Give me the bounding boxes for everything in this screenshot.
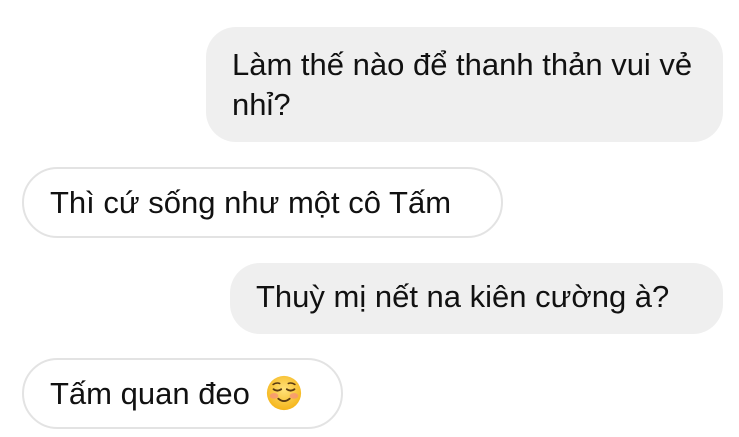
message-text: Làm thế nào để thanh thản vui vẻ nhỉ? bbox=[232, 47, 693, 122]
message-bubble-received[interactable]: Tấm quan đeo bbox=[22, 358, 343, 429]
message-text: Thuỳ mị nết na kiên cường à? bbox=[256, 279, 670, 314]
message-text: Tấm quan đeo bbox=[50, 376, 250, 411]
smiling-face-emoji-icon bbox=[266, 375, 301, 411]
message-bubble-sent[interactable]: Thuỳ mị nết na kiên cường à? bbox=[230, 263, 723, 334]
message-bubble-sent[interactable]: Làm thế nào để thanh thản vui vẻ nhỉ? bbox=[206, 27, 723, 142]
message-text: Thì cứ sống như một cô Tấm bbox=[50, 185, 452, 220]
message-bubble-received[interactable]: Thì cứ sống như một cô Tấm bbox=[22, 167, 503, 238]
